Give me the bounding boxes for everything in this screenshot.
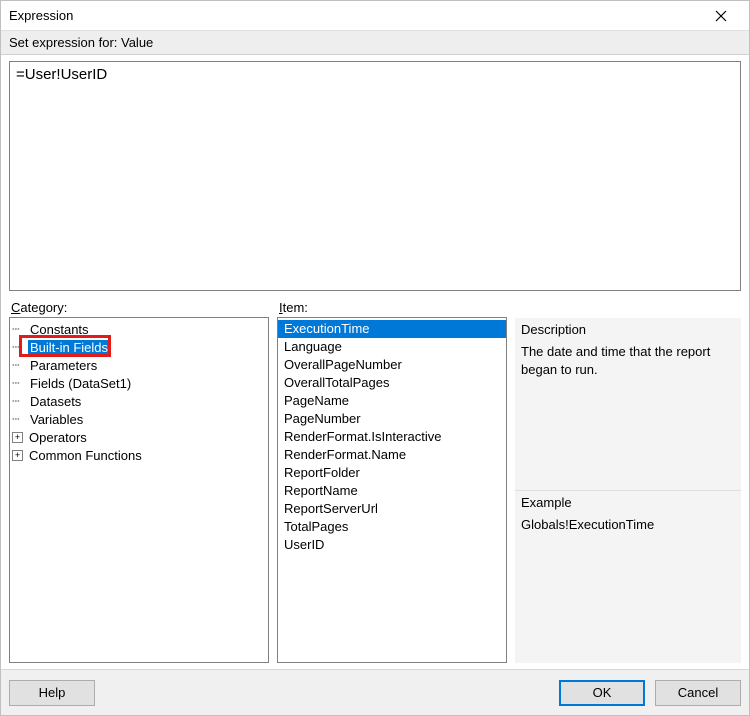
window-title: Expression [9,8,701,23]
list-item[interactable]: PageName [278,392,506,410]
info-column: Description The date and time that the r… [515,300,741,663]
category-item[interactable]: ⋯Constants [10,320,268,338]
category-label: Category: [9,300,269,315]
dialog-footer: Help OK Cancel [1,669,749,715]
item-list[interactable]: ExecutionTimeLanguageOverallPageNumberOv… [277,317,507,663]
list-item[interactable]: PageNumber [278,410,506,428]
list-item[interactable]: RenderFormat.Name [278,446,506,464]
lower-pane: Category: ⋯Constants⋯Built-in Fields⋯Par… [1,300,749,669]
list-item[interactable]: ReportServerUrl [278,500,506,518]
list-item[interactable]: TotalPages [278,518,506,536]
list-item[interactable]: OverallTotalPages [278,374,506,392]
category-item[interactable]: ⋯Parameters [10,356,268,374]
category-item-label: Common Functions [27,448,144,463]
example-heading: Example [521,495,735,510]
example-panel: Example Globals!ExecutionTime [515,491,741,663]
editor-area [1,55,749,300]
expression-input[interactable] [9,61,741,291]
category-item-label: Variables [28,412,85,427]
cancel-button[interactable]: Cancel [655,680,741,706]
list-item[interactable]: UserID [278,536,506,554]
help-button[interactable]: Help [9,680,95,706]
category-item-label: Datasets [28,394,83,409]
category-item[interactable]: ⋯Built-in Fields [10,338,268,356]
close-button[interactable] [701,2,741,30]
category-item[interactable]: ⋯Fields (DataSet1) [10,374,268,392]
ok-button[interactable]: OK [559,680,645,706]
list-item[interactable]: ExecutionTime [278,320,506,338]
list-item[interactable]: RenderFormat.IsInteractive [278,428,506,446]
set-expression-label: Set expression for: Value [1,31,749,55]
list-item[interactable]: OverallPageNumber [278,356,506,374]
description-panel: Description The date and time that the r… [515,318,741,491]
category-item-label: Operators [27,430,89,445]
category-item[interactable]: + Common Functions [10,446,268,464]
category-item-label: Built-in Fields [28,340,110,355]
example-text: Globals!ExecutionTime [521,516,735,534]
description-text: The date and time that the report began … [521,343,735,378]
category-item-label: Parameters [28,358,99,373]
item-column: Item: ExecutionTimeLanguageOverallPageNu… [277,300,507,663]
expand-icon[interactable]: + [12,450,23,461]
category-item[interactable]: ⋯Variables [10,410,268,428]
category-column: Category: ⋯Constants⋯Built-in Fields⋯Par… [9,300,269,663]
category-item[interactable]: + Operators [10,428,268,446]
list-item[interactable]: ReportFolder [278,464,506,482]
category-tree[interactable]: ⋯Constants⋯Built-in Fields⋯Parameters⋯Fi… [9,317,269,663]
expand-icon[interactable]: + [12,432,23,443]
category-item-label: Constants [28,322,91,337]
close-icon [715,10,727,22]
description-heading: Description [521,322,735,337]
expression-dialog: Expression Set expression for: Value Cat… [0,0,750,716]
list-item[interactable]: Language [278,338,506,356]
category-item-label: Fields (DataSet1) [28,376,133,391]
titlebar: Expression [1,1,749,31]
category-item[interactable]: ⋯Datasets [10,392,268,410]
item-label: Item: [277,300,507,315]
list-item[interactable]: ReportName [278,482,506,500]
